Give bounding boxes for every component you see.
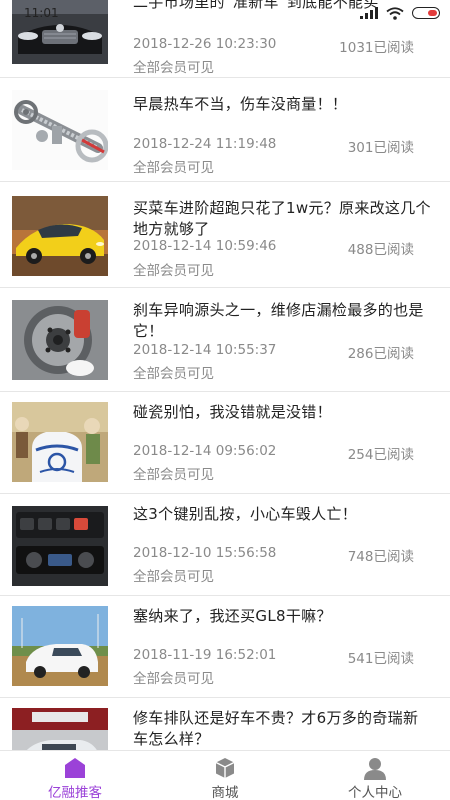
tab-profile[interactable]: 个人中心: [300, 751, 450, 800]
home-icon: [63, 756, 87, 780]
article-title: 塞纳来了，我还买GL8干嘛？: [133, 607, 332, 625]
article-read-count: 541已阅读: [347, 651, 414, 667]
article-visibility: 全部会员可见: [133, 671, 214, 687]
article-date: 2018-12-14 10:59:46: [133, 238, 277, 254]
tab-mall[interactable]: 商城: [150, 751, 300, 800]
article-item[interactable]: 买菜车进阶超跑只花了1w元？原来改这几个地方就够了 2018-12-14 10:…: [0, 186, 450, 288]
article-date: 2018-12-24 11:19:48: [133, 136, 277, 152]
article-visibility: 全部会员可见: [133, 160, 214, 176]
article-item[interactable]: 这3个键别乱按，小心车毁人亡！ 2018-12-10 15:56:58 748已…: [0, 494, 450, 596]
article-item[interactable]: 二手市场里的“准新车”到底能不能买 2018-12-26 10:23:30 10…: [0, 0, 450, 78]
article-item[interactable]: 修车排队还是好车不贵？才6万多的奇瑞新车怎么样？: [0, 698, 450, 750]
article-thumbnail: [12, 402, 108, 482]
article-item[interactable]: 碰瓷别怕，我没错就是没错！ 2018-12-14 09:56:02 254已阅读…: [0, 392, 450, 494]
article-read-count: 254已阅读: [347, 447, 414, 463]
tab-label: 商城: [211, 785, 239, 800]
article-title: 二手市场里的“准新车”到底能不能买: [133, 0, 379, 11]
article-thumbnail: [12, 0, 108, 64]
article-visibility: 全部会员可见: [133, 60, 214, 76]
article-title: 修车排队还是好车不贵？才6万多的奇瑞新车怎么样？: [133, 709, 419, 748]
article-visibility: 全部会员可见: [133, 366, 214, 382]
article-item[interactable]: 塞纳来了，我还买GL8干嘛？ 2018-11-19 16:52:01 541已阅…: [0, 596, 450, 698]
article-title: 早晨热车不当，伤车没商量！！: [133, 95, 348, 113]
article-thumbnail: [12, 506, 108, 586]
tab-home[interactable]: 亿融推客: [0, 751, 150, 800]
article-title: 碰瓷别怕，我没错就是没错！: [133, 403, 332, 421]
article-read-count: 1031已阅读: [339, 40, 414, 56]
article-date: 2018-12-26 10:23:30: [133, 36, 277, 52]
tab-label: 个人中心: [348, 785, 402, 800]
article-visibility: 全部会员可见: [133, 467, 214, 483]
article-title: 买菜车进阶超跑只花了1w元？原来改这几个地方就够了: [133, 199, 431, 238]
article-thumbnail: [12, 606, 108, 686]
article-read-count: 488已阅读: [347, 242, 414, 258]
article-thumbnail: [12, 300, 108, 380]
article-date: 2018-11-19 16:52:01: [133, 647, 277, 663]
article-item[interactable]: 刹车异响源头之一，维修店漏检最多的也是它！ 2018-12-14 10:55:3…: [0, 290, 450, 392]
article-thumbnail: [12, 90, 108, 170]
article-read-count: 286已阅读: [347, 346, 414, 362]
article-visibility: 全部会员可见: [133, 569, 214, 585]
article-feed[interactable]: 二手市场里的“准新车”到底能不能买 2018-12-26 10:23:30 10…: [0, 0, 450, 750]
article-thumbnail: [12, 196, 108, 276]
article-date: 2018-12-10 15:56:58: [133, 545, 277, 561]
bottom-tab-bar: 亿融推客 商城 个人中心: [0, 750, 450, 800]
article-date: 2018-12-14 09:56:02: [133, 443, 277, 459]
article-item[interactable]: 早晨热车不当，伤车没商量！！ 2018-12-24 11:19:48 301已阅…: [0, 80, 450, 182]
box-icon: [213, 756, 237, 780]
article-read-count: 301已阅读: [347, 140, 414, 156]
article-title: 刹车异响源头之一，维修店漏检最多的也是它！: [133, 301, 424, 340]
tab-label: 亿融推客: [48, 785, 102, 800]
article-date: 2018-12-14 10:55:37: [133, 342, 277, 358]
article-thumbnail: [12, 708, 108, 750]
article-visibility: 全部会员可见: [133, 263, 214, 279]
article-read-count: 748已阅读: [347, 549, 414, 565]
article-title: 这3个键别乱按，小心车毁人亡！: [133, 505, 358, 523]
person-icon: [363, 756, 387, 780]
